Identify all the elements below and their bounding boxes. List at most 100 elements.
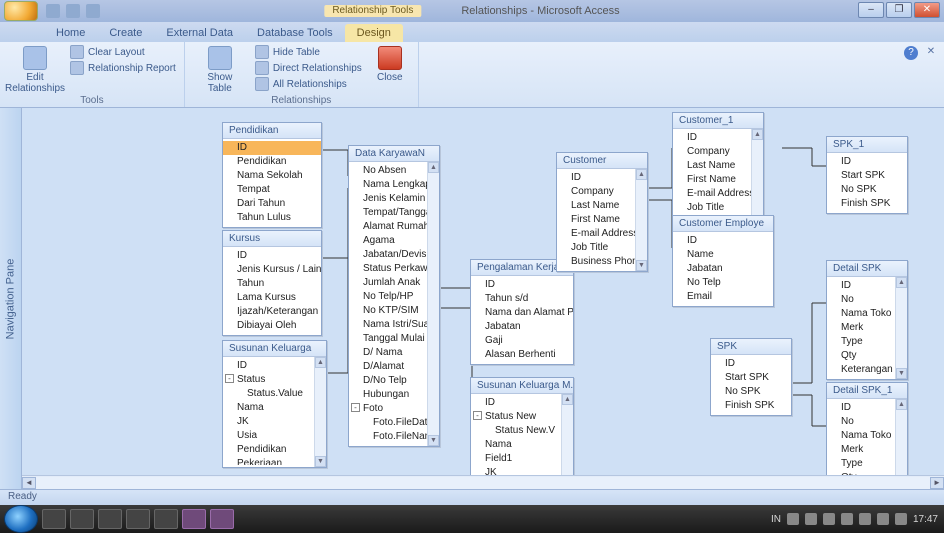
scroll-up-icon[interactable]: ▲ [636, 169, 647, 180]
field[interactable]: Pendidikan [223, 155, 321, 169]
table-spk-1[interactable]: SPK_1 ID Start SPK No SPK Finish SPK [826, 136, 908, 214]
field[interactable]: ID [711, 357, 791, 371]
relationship-report-button[interactable]: Relationship Report [70, 60, 176, 76]
table-pendidikan[interactable]: Pendidikan ID Pendidikan Nama Sekolah Te… [222, 122, 322, 228]
field[interactable]: Company [673, 145, 763, 159]
field[interactable]: Pekerjaan [223, 457, 326, 465]
field[interactable]: Foto [349, 402, 439, 416]
table-detail-spk[interactable]: Detail SPK ID No Nama Toko Merk Type Qty… [826, 260, 908, 380]
scroll-up-icon[interactable]: ▲ [896, 399, 907, 410]
field[interactable]: Job Title [557, 241, 647, 255]
field[interactable]: Nama Lengkap [349, 178, 439, 192]
field[interactable]: ID [223, 249, 321, 263]
field[interactable]: No SPK [827, 183, 907, 197]
field[interactable]: Tahun [223, 277, 321, 291]
field[interactable]: Finish SPK [711, 399, 791, 413]
field[interactable]: Jenis Kelamin [349, 192, 439, 206]
field[interactable]: Alasan Berhenti [471, 348, 573, 362]
field[interactable]: Jenis Kursus / Lain- [223, 263, 321, 277]
tray-icon[interactable] [877, 513, 889, 525]
taskbar-app-icon[interactable] [98, 509, 122, 529]
field[interactable]: Status [223, 373, 326, 387]
clock[interactable]: 17:47 [913, 514, 938, 525]
field[interactable]: Status Perkawin [349, 262, 439, 276]
expand-icon[interactable]: - [473, 411, 482, 420]
table-pengalaman-kerja[interactable]: Pengalaman Kerja ID Tahun s/d Nama dan A… [470, 259, 574, 365]
field[interactable]: Tahun Lulus [223, 211, 321, 225]
field[interactable]: No Telp/HP [349, 290, 439, 304]
field[interactable]: ID [827, 155, 907, 169]
field[interactable]: No SPK [711, 385, 791, 399]
table-kursus[interactable]: Kursus ID Jenis Kursus / Lain- Tahun Lam… [222, 230, 322, 336]
tab-design[interactable]: Design [345, 24, 403, 42]
field[interactable]: Last Name [673, 159, 763, 173]
field[interactable]: First Name [557, 213, 647, 227]
field[interactable]: Dibiayai Oleh [223, 319, 321, 333]
help-icon[interactable]: ? [904, 46, 918, 60]
navigation-pane-collapsed[interactable]: Navigation Pane [0, 108, 22, 489]
field[interactable]: Tahun s/d [471, 292, 573, 306]
field[interactable]: ID [471, 278, 573, 292]
field[interactable]: Last Name [557, 199, 647, 213]
maximize-button[interactable]: ❐ [886, 2, 912, 18]
scroll-left-icon[interactable]: ◄ [22, 477, 36, 489]
field[interactable]: Company [557, 185, 647, 199]
tray-icon[interactable] [805, 513, 817, 525]
field[interactable]: Status New [471, 410, 573, 424]
doc-close-icon[interactable]: ✕ [924, 46, 938, 60]
field[interactable]: Nama [223, 401, 326, 415]
field[interactable]: Gaji [471, 334, 573, 348]
tray-icon[interactable] [859, 513, 871, 525]
field[interactable]: No KTP/SIM [349, 304, 439, 318]
field[interactable]: E-mail Address [557, 227, 647, 241]
scroll-down-icon[interactable]: ▼ [636, 260, 647, 271]
scroll-up-icon[interactable]: ▲ [896, 277, 907, 288]
scroll-right-icon[interactable]: ► [930, 477, 944, 489]
taskbar-access-icon[interactable] [210, 509, 234, 529]
field[interactable]: Nama Sekolah [223, 169, 321, 183]
field[interactable]: Tanggal Mulai K [349, 332, 439, 346]
field[interactable]: Lama Kursus [223, 291, 321, 305]
field[interactable]: Email [673, 290, 773, 304]
field[interactable]: Business Phone [557, 255, 647, 269]
expand-icon[interactable]: - [351, 403, 360, 412]
edit-relationships-button[interactable]: Edit Relationships [8, 44, 62, 94]
field[interactable]: JK [223, 415, 326, 429]
scroll-down-icon[interactable]: ▼ [315, 456, 326, 467]
field[interactable]: D/ Nama [349, 346, 439, 360]
field[interactable]: Name [673, 248, 773, 262]
field[interactable]: D/No Telp [349, 374, 439, 388]
scrollbar[interactable]: ▲▼ [427, 162, 439, 446]
table-customer[interactable]: Customer ID Company Last Name First Name… [556, 152, 648, 272]
field[interactable]: No Telp [673, 276, 773, 290]
all-relationships-button[interactable]: All Relationships [255, 76, 362, 92]
direct-relationships-button[interactable]: Direct Relationships [255, 60, 362, 76]
field[interactable]: ID [223, 141, 321, 155]
table-detail-spk-1[interactable]: Detail SPK_1 ID No Nama Toko Merk Type Q… [826, 382, 908, 489]
tab-database-tools[interactable]: Database Tools [245, 24, 345, 42]
field[interactable]: Usia [223, 429, 326, 443]
field[interactable]: Nama [471, 438, 573, 452]
scrollbar[interactable]: ▲▼ [895, 277, 907, 379]
field[interactable]: E-mail Address [673, 187, 763, 201]
scroll-up-icon[interactable]: ▲ [315, 357, 326, 368]
field[interactable]: Job Title [673, 201, 763, 215]
field[interactable]: Finish SPK [827, 197, 907, 211]
horizontal-scrollbar[interactable]: ◄ ► [22, 475, 944, 489]
table-susunan-keluarga-m[interactable]: Susunan Keluarga M... ID -Status New Sta… [470, 377, 574, 489]
table-data-karyawan[interactable]: Data KaryawaN No Absen Nama Lengkap Jeni… [348, 145, 440, 447]
minimize-button[interactable]: – [858, 2, 884, 18]
field[interactable]: Tempat [223, 183, 321, 197]
field[interactable]: Start SPK [827, 169, 907, 183]
scroll-down-icon[interactable]: ▼ [896, 368, 907, 379]
show-table-button[interactable]: Show Table [193, 44, 247, 94]
field[interactable]: Foto.FileDat [349, 416, 439, 430]
field[interactable]: Alamat Rumah [349, 220, 439, 234]
tray-icon[interactable] [895, 513, 907, 525]
taskbar-explorer-icon[interactable] [70, 509, 94, 529]
table-spk[interactable]: SPK ID Start SPK No SPK Finish SPK [710, 338, 792, 416]
close-relationships-button[interactable]: Close [370, 44, 410, 83]
tab-external-data[interactable]: External Data [154, 24, 245, 42]
tray-icon[interactable] [787, 513, 799, 525]
field[interactable]: ID [471, 396, 573, 410]
